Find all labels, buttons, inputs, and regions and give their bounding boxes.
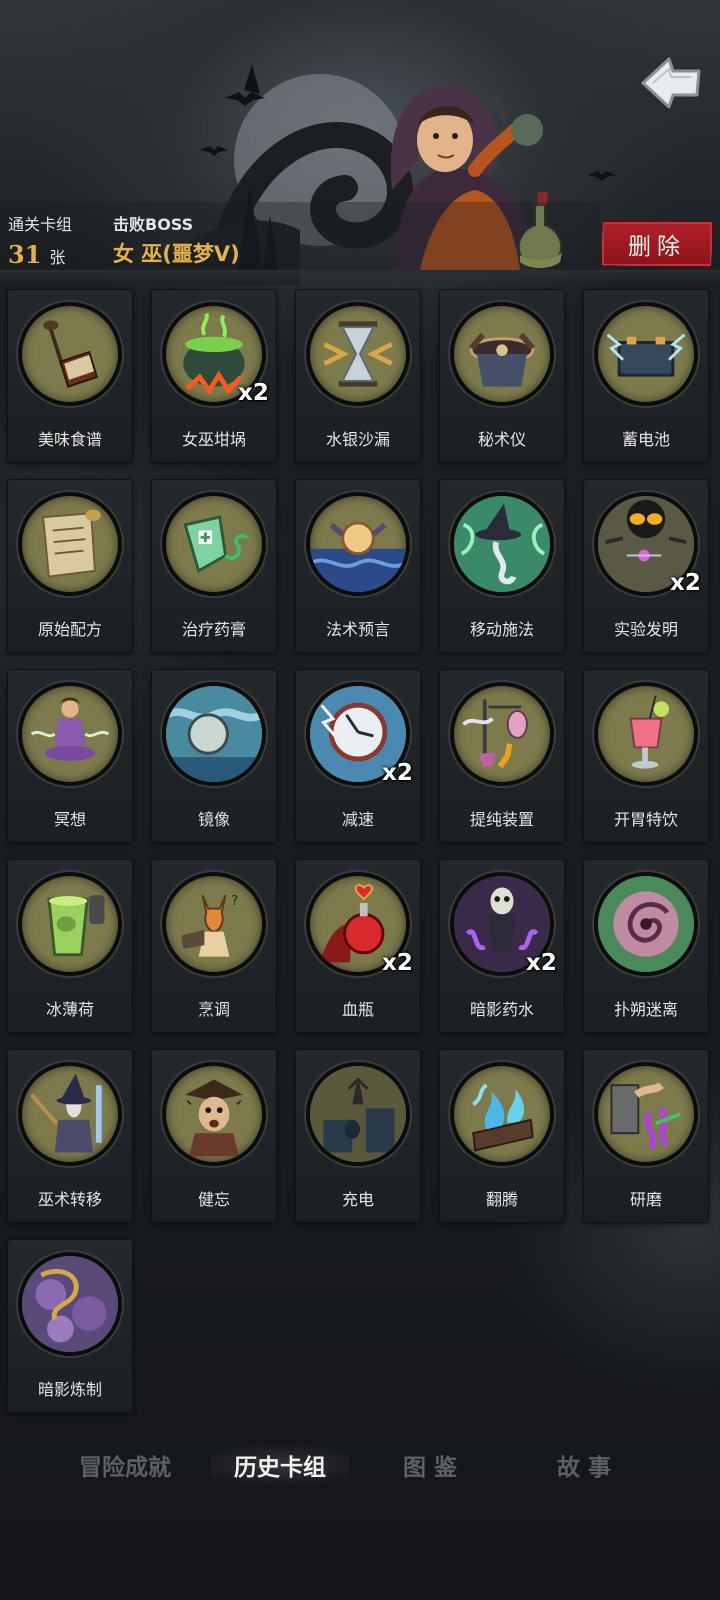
deck-size-value: 31 张 — [8, 240, 65, 269]
crystal-ball-icon — [306, 492, 410, 596]
card-name: 减速 — [341, 810, 374, 829]
card-name: 镜像 — [197, 810, 230, 829]
card-name: 蓄电池 — [621, 430, 670, 449]
card-item[interactable]: 蓄电池 — [584, 290, 708, 462]
card-name: 移动施法 — [469, 620, 534, 639]
card-count: x2 — [238, 380, 269, 406]
boss-name: 女 巫(噩梦V) — [113, 242, 240, 266]
castle-icon — [306, 1062, 410, 1166]
card-item[interactable]: 开胃特饮 — [584, 670, 708, 842]
wizard-icon — [18, 1062, 122, 1166]
mirror-orb-icon — [162, 682, 266, 786]
grinder-icon — [594, 1062, 698, 1166]
card-item[interactable]: 原始配方 — [8, 480, 132, 652]
card-name: 暗影药水 — [469, 1000, 534, 1019]
card-name: 扑朔迷离 — [613, 1000, 678, 1019]
witch-hat-icon — [450, 492, 554, 596]
cocktail-icon — [594, 682, 698, 786]
card-name: 美味食谱 — [37, 430, 102, 449]
card-item[interactable]: x2 实验发明 — [584, 480, 708, 652]
vortex-icon — [594, 872, 698, 976]
card-item[interactable]: 暗影炼制 — [8, 1240, 132, 1412]
card-name: 法术预言 — [325, 620, 390, 639]
card-item[interactable]: 镜像 — [152, 670, 276, 842]
card-item[interactable]: 冥想 — [8, 670, 132, 842]
card-item[interactable]: 健忘 — [152, 1050, 276, 1222]
card-item[interactable]: x2 减速 — [296, 670, 420, 842]
card-count: x2 — [382, 760, 413, 786]
card-item[interactable]: 美味食谱 — [8, 290, 132, 462]
tab-story[interactable]: 故 事 — [534, 1440, 634, 1490]
deck-unit: 张 — [49, 248, 66, 267]
cookbook-icon — [18, 302, 122, 406]
card-name: 秘术仪 — [477, 430, 526, 449]
shadow-serpent-icon — [18, 1252, 122, 1356]
card-name: 充电 — [341, 1190, 374, 1209]
dizzy-pirate-icon — [162, 1062, 266, 1166]
card-name: 翻腾 — [485, 1190, 518, 1209]
battery-icon — [594, 302, 698, 406]
tab-achievements[interactable]: 冒险成就 — [60, 1440, 190, 1490]
scroll-icon — [18, 492, 122, 596]
card-item[interactable]: 水银沙漏 — [296, 290, 420, 462]
card-item[interactable]: 治疗药膏 — [152, 480, 276, 652]
card-item[interactable]: x2 血瓶 — [296, 860, 420, 1032]
card-name: 开胃特饮 — [613, 810, 678, 829]
card-item[interactable]: 巫术转移 — [8, 1050, 132, 1222]
delete-button[interactable]: 删除 — [600, 220, 714, 268]
boss-label: 击败BOSS — [113, 215, 194, 234]
card-item[interactable]: 冰薄荷 — [8, 860, 132, 1032]
fox-chef-icon: ? — [162, 872, 266, 976]
card-name: 女巫坩埚 — [181, 430, 246, 449]
meditation-icon — [18, 682, 122, 786]
card-name: 实验发明 — [613, 620, 678, 639]
hourglass-icon — [306, 302, 410, 406]
mint-drink-icon — [18, 872, 122, 976]
card-item[interactable]: 充电 — [296, 1050, 420, 1222]
card-item[interactable]: 研磨 — [584, 1050, 708, 1222]
card-count: x2 — [382, 950, 413, 976]
card-name: 巫术转移 — [37, 1190, 102, 1209]
blue-flame-icon — [450, 1062, 554, 1166]
card-item[interactable]: ? 烹调 — [152, 860, 276, 1032]
card-item[interactable]: x2 暗影药水 — [440, 860, 564, 1032]
svg-text:?: ? — [231, 894, 238, 909]
distiller-icon — [450, 682, 554, 786]
history-deck-screen: 通关卡组 31 张 击败BOSS 女 巫(噩梦V) 删除 美味食谱 x2 女巫坩… — [0, 0, 720, 1600]
card-item[interactable]: 提纯装置 — [440, 670, 564, 842]
card-grid: 美味食谱 x2 女巫坩埚 水银沙漏 秘术仪 蓄电池 原始配方 治疗药膏 法术预言… — [8, 290, 714, 1412]
tab-history-deck[interactable]: 历史卡组 — [210, 1440, 350, 1490]
card-item[interactable]: 秘术仪 — [440, 290, 564, 462]
deck-count: 31 — [8, 240, 42, 269]
card-item[interactable]: 法术预言 — [296, 480, 420, 652]
card-name: 烹调 — [197, 1000, 230, 1019]
back-arrow-icon — [641, 57, 701, 109]
header-banner: 通关卡组 31 张 击败BOSS 女 巫(噩梦V) 删除 — [0, 0, 720, 285]
card-name: 研磨 — [629, 1190, 662, 1209]
card-name: 血瓶 — [341, 1000, 374, 1019]
ointment-tube-icon — [162, 492, 266, 596]
header-divider — [0, 270, 720, 284]
arcane-device-icon — [450, 302, 554, 406]
card-count: x2 — [526, 950, 557, 976]
deck-size-label: 通关卡组 — [8, 215, 73, 234]
card-name: 治疗药膏 — [181, 620, 246, 639]
card-name: 健忘 — [197, 1190, 230, 1209]
card-item[interactable]: x2 女巫坩埚 — [152, 290, 276, 462]
card-item[interactable]: 扑朔迷离 — [584, 860, 708, 1032]
card-item[interactable]: 移动施法 — [440, 480, 564, 652]
card-name: 冥想 — [53, 810, 86, 829]
card-name: 提纯装置 — [469, 810, 534, 829]
card-name: 暗影炼制 — [37, 1380, 102, 1399]
card-name: 原始配方 — [37, 620, 102, 639]
tab-codex[interactable]: 图 鉴 — [380, 1440, 480, 1490]
card-item[interactable]: 翻腾 — [440, 1050, 564, 1222]
back-button[interactable] — [636, 52, 706, 114]
card-name: 冰薄荷 — [45, 1000, 94, 1019]
bottom-tab-bar: 冒险成就 历史卡组 图 鉴 故 事 — [0, 1440, 720, 1490]
card-count: x2 — [670, 570, 701, 596]
card-name: 水银沙漏 — [325, 430, 390, 449]
